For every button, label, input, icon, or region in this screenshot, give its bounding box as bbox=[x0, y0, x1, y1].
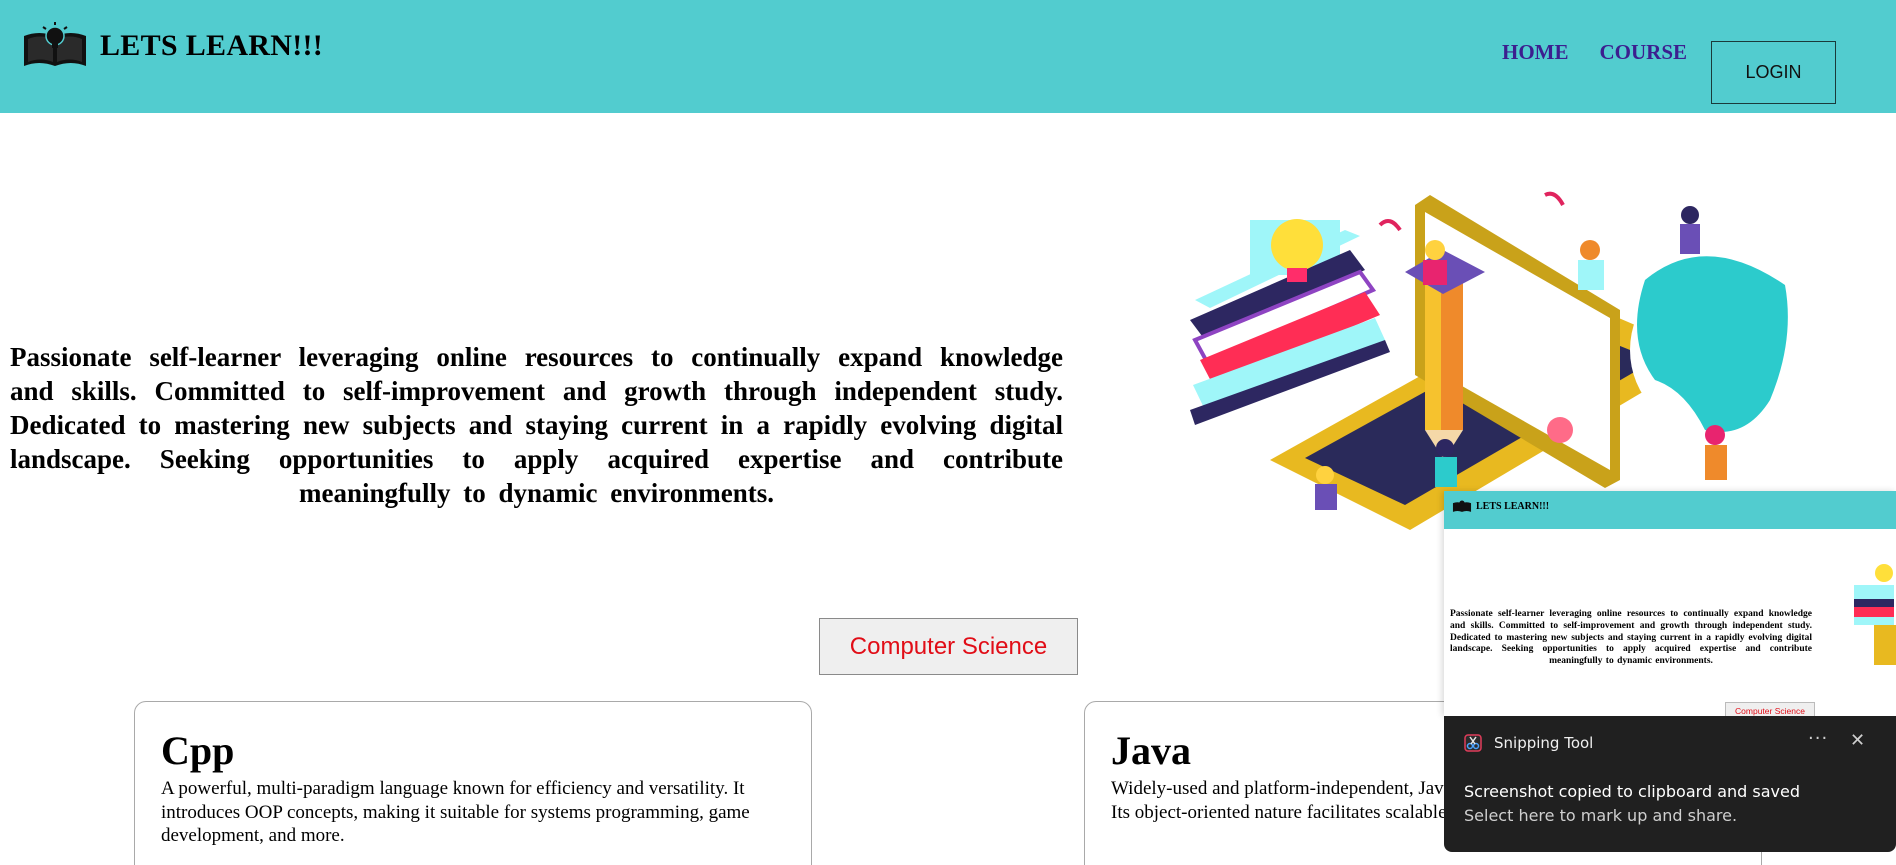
preview-header: LETS LEARN!!! bbox=[1444, 491, 1896, 529]
brand-name: LETS LEARN!!! bbox=[100, 29, 324, 62]
book-bulb-icon bbox=[24, 22, 86, 66]
snipping-tool-icon bbox=[1464, 734, 1482, 752]
hero-description: Passionate self-learner leveraging onlin… bbox=[10, 342, 1063, 508]
pencil-stripe bbox=[1441, 270, 1463, 430]
toast-subtitle: Select here to mark up and share. bbox=[1464, 806, 1738, 825]
more-options-icon[interactable]: ··· bbox=[1808, 728, 1828, 749]
login-button[interactable]: LOGIN bbox=[1711, 41, 1836, 104]
preview-illustration bbox=[1854, 564, 1896, 665]
lightbulb-base bbox=[1287, 268, 1307, 282]
course-description: A powerful, multi-paradigm language know… bbox=[161, 778, 750, 846]
toast-app-header: Snipping Tool bbox=[1464, 734, 1593, 752]
preview-category-button: Computer Science bbox=[1725, 702, 1815, 716]
category-computer-science-button[interactable]: Computer Science bbox=[819, 618, 1078, 675]
preview-brand-name: LETS LEARN!!! bbox=[1476, 500, 1550, 512]
main-nav: HOME COURSE bbox=[1502, 40, 1718, 65]
close-icon[interactable]: ✕ bbox=[1850, 730, 1865, 751]
preview-hero-text: Passionate self-learner leveraging onlin… bbox=[1450, 609, 1812, 667]
course-card-cpp[interactable]: Cpp A powerful, multi-paradigm language … bbox=[134, 701, 812, 865]
nav-course-link[interactable]: COURSE bbox=[1600, 40, 1688, 65]
snipping-tool-notification[interactable]: Snipping Tool ··· ✕ Screenshot copied to… bbox=[1444, 716, 1896, 852]
snip-preview-thumbnail[interactable]: LETS LEARN!!! Passionate self-learner le… bbox=[1444, 491, 1896, 716]
lightbulb-icon bbox=[1271, 219, 1323, 271]
book-bulb-icon bbox=[1452, 500, 1472, 512]
course-title: Cpp bbox=[161, 728, 235, 773]
toast-title: Screenshot copied to clipboard and saved bbox=[1464, 782, 1800, 801]
site-header: LETS LEARN!!! HOME COURSE LOGIN bbox=[0, 0, 1896, 113]
toast-app-name: Snipping Tool bbox=[1494, 734, 1594, 752]
preview-brand: LETS LEARN!!! bbox=[1452, 499, 1549, 513]
brand[interactable]: LETS LEARN!!! bbox=[22, 22, 323, 70]
nav-home-link[interactable]: HOME bbox=[1502, 40, 1569, 65]
